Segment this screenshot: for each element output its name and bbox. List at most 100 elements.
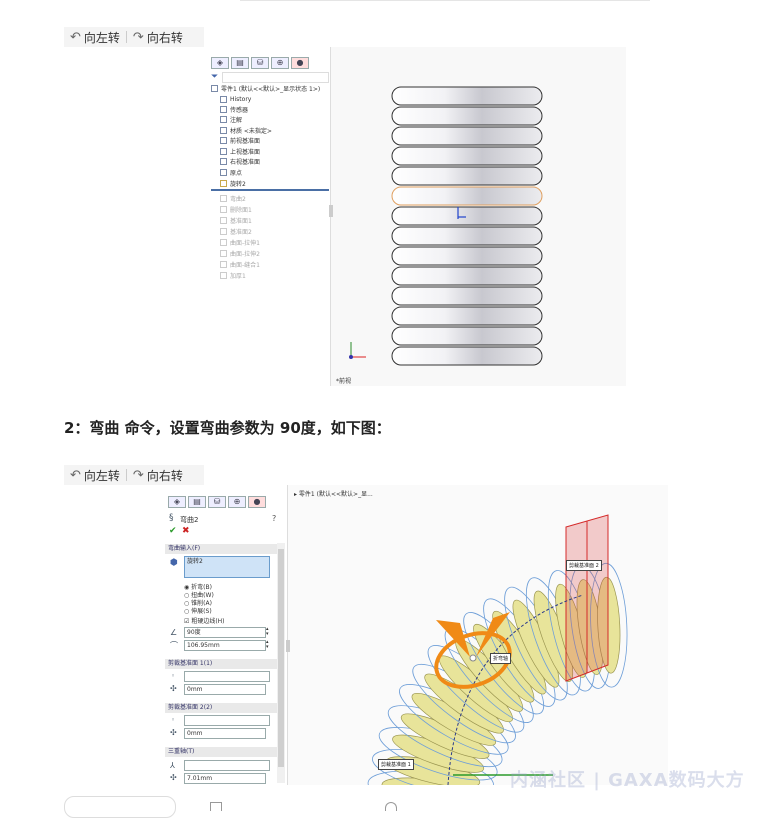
section-flex-input[interactable]: 弯曲输入(F) — [165, 544, 277, 554]
tree-item-material[interactable]: 材质 <未指定> — [220, 125, 272, 135]
graphics-viewport[interactable]: *前视 — [329, 47, 626, 386]
trim-plane1-distance[interactable]: 0mm — [184, 684, 266, 695]
tab-config[interactable]: ⛁ — [208, 496, 226, 508]
tab-display[interactable]: ● — [291, 57, 309, 69]
trim-plane2-label: 剪裁基准面 2 — [566, 560, 602, 571]
rotate-right-button[interactable]: ↷ 向右转 — [127, 465, 189, 485]
tab-feature-tree[interactable]: ◈ — [211, 57, 229, 69]
ok-button[interactable]: ✔ — [169, 526, 177, 536]
rotate-right-button[interactable]: ↷ 向右转 — [127, 27, 189, 47]
tree-item-suppressed[interactable]: 曲面-拉伸2 — [220, 248, 260, 258]
angle-field[interactable]: 90度 — [184, 627, 266, 638]
spring-coil — [391, 306, 543, 326]
panel-tabs: ◈ ▤ ⛁ ⊕ ● — [211, 57, 309, 69]
tree-item-top-plane[interactable]: 上视基准面 — [220, 146, 260, 156]
tree-item-suppressed[interactable]: 弯曲2 — [220, 193, 246, 203]
tree-item-label: History — [230, 95, 252, 103]
tab-config[interactable]: ⛁ — [251, 57, 269, 69]
surface-extrude-icon — [220, 249, 227, 257]
option-stretching[interactable]: ○ 伸展(S) — [184, 606, 212, 615]
tree-item-right-plane[interactable]: 右视基准面 — [220, 156, 260, 166]
feature-manager-panel: ◈ ▤ ⛁ ⊕ ● ⏷ 零件1 (默认<<默认>_显示状态 1>) Histor… — [208, 47, 331, 386]
tree-item-label: 传感器 — [230, 106, 249, 114]
spring-coil — [391, 346, 543, 366]
radio-icon: ○ — [184, 608, 190, 615]
rotate-left-button[interactable]: ↶ 向左转 — [64, 465, 126, 485]
body-select-icon: ⬢ — [170, 558, 178, 568]
tree-item-origin[interactable]: 原点 — [220, 167, 242, 177]
section-trim-plane-1[interactable]: 剪裁基准面 1(1) — [165, 659, 277, 669]
panel-scrollbar[interactable] — [277, 543, 285, 783]
tree-item-label: 曲面-缝合1 — [230, 261, 260, 269]
trim-plane2-ref-field[interactable] — [184, 715, 270, 726]
selected-bodies-field[interactable]: 旋转2 — [184, 556, 270, 578]
tree-item-revolve2[interactable]: 旋转2 — [220, 178, 246, 188]
tab-dimxpert[interactable]: ⊕ — [228, 496, 246, 508]
tree-item-suppressed[interactable]: 删除面1 — [220, 204, 252, 214]
tree-item-label: 右视基准面 — [230, 158, 261, 166]
step2-heading: 2：弯曲 命令，设置弯曲参数为 90度，如下图： — [64, 419, 391, 437]
radius-icon: ⌒ — [170, 641, 178, 650]
spring-coil — [391, 106, 543, 126]
tree-item-label: 材质 <未指定> — [230, 127, 272, 135]
filter-icon[interactable]: ⏷ — [211, 72, 218, 82]
solidworks-screenshot-flex: ◈ ▤ ⛁ ⊕ ● § 弯曲2 ? ✔ ✖ 弯曲输入(F) ⬢ 旋转2 ◉ 折弯… — [165, 485, 668, 785]
tab-display[interactable]: ● — [248, 496, 266, 508]
sensor-icon — [220, 105, 227, 113]
tab-dimxpert[interactable]: ⊕ — [271, 57, 289, 69]
flex-feature-icon: § — [169, 513, 174, 523]
surface-extrude-icon — [220, 238, 227, 246]
rotate-right-label: 向右转 — [146, 30, 183, 45]
tree-item-sensors[interactable]: 传感器 — [220, 104, 248, 114]
tree-item-suppressed[interactable]: 基准面2 — [220, 226, 252, 236]
help-icon[interactable]: ? — [272, 514, 276, 523]
tree-item-suppressed[interactable]: 曲面-拉伸1 — [220, 237, 260, 247]
triad-ref-field[interactable] — [184, 760, 270, 771]
tree-item-front-plane[interactable]: 前视基准面 — [220, 135, 260, 145]
cancel-button[interactable]: ✖ — [182, 526, 190, 536]
filter-field[interactable] — [222, 72, 329, 83]
trim-plane1-ref-field[interactable] — [184, 671, 270, 682]
rollback-bar[interactable] — [211, 189, 329, 191]
radius-spinner[interactable]: ▴ ▾ — [266, 640, 269, 650]
feature-title: 弯曲2 — [180, 516, 199, 524]
tab-property[interactable]: ▤ — [231, 57, 249, 69]
trim-plane2-distance[interactable]: 0mm — [184, 728, 266, 739]
radius-field[interactable]: 106.95mm — [184, 640, 266, 651]
panel-tabs: ◈ ▤ ⛁ ⊕ ● — [168, 496, 266, 508]
watermark: 内涵社区 | GAXA数码大方 — [510, 770, 745, 791]
tree-item-history[interactable]: History — [220, 94, 251, 104]
section-triad[interactable]: 三重轴(T) — [165, 747, 277, 757]
panel-collapse-handle[interactable] — [286, 640, 290, 652]
tree-item-annotations[interactable]: 注解 — [220, 114, 242, 124]
angle-spinner[interactable]: ▴ ▾ — [266, 627, 269, 637]
rotate-right-label: 向右转 — [146, 468, 183, 483]
triad-distance[interactable]: 7.01mm — [184, 773, 266, 784]
tab-property[interactable]: ▤ — [188, 496, 206, 508]
graphics-viewport[interactable]: ▸ 零件1 (默认<<默认>_显... 剪裁基准面 2 剪裁基准面 1 折弯轴 — [286, 485, 668, 785]
tree-item-label: 曲面-拉伸1 — [230, 239, 260, 247]
spring-coil — [391, 186, 543, 206]
spring-coil — [391, 206, 543, 226]
tree-root[interactable]: 零件1 (默认<<默认>_显示状态 1>) — [211, 83, 320, 93]
tree-item-suppressed[interactable]: 曲面-缝合1 — [220, 259, 260, 269]
rotate-left-button[interactable]: ↶ 向左转 — [64, 27, 126, 47]
distance-icon: ✣ — [170, 684, 177, 693]
tree-item-suppressed[interactable]: 加厚1 — [220, 270, 246, 280]
rotate-right-icon: ↷ — [132, 29, 144, 45]
annotation-icon — [220, 115, 227, 123]
breadcrumb[interactable]: ▸ 零件1 (默认<<默认>_显... — [294, 489, 373, 498]
origin-icon — [220, 168, 227, 176]
delete-face-icon — [220, 205, 227, 213]
panel-collapse-handle[interactable] — [329, 205, 333, 217]
section-trim-plane-2[interactable]: 剪裁基准面 2(2) — [165, 703, 277, 713]
tree-item-label: 原点 — [230, 169, 243, 177]
spring-coil — [391, 86, 543, 106]
rotate-right-icon: ↷ — [132, 467, 144, 483]
plane-icon — [220, 136, 227, 144]
tab-feature-tree[interactable]: ◈ — [168, 496, 186, 508]
tree-item-suppressed[interactable]: 基准面1 — [220, 215, 252, 225]
hard-edges-checkbox[interactable]: ☑ 粗硬边线(H) — [184, 616, 225, 625]
bottom-action-bar — [64, 796, 176, 818]
tree-item-label: 前视基准面 — [230, 137, 261, 145]
